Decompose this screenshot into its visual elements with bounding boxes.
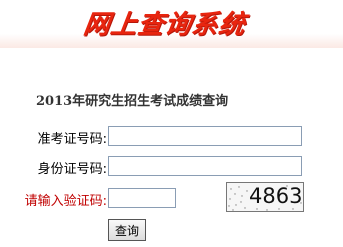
captcha-text: 4863 — [249, 184, 303, 208]
page-title: 2013年研究生招生考试成绩查询 — [36, 94, 229, 109]
exam-id-label: 准考证号码: — [37, 132, 107, 147]
exam-id-input[interactable] — [108, 126, 302, 146]
banner-title: 网上查询系统 — [81, 10, 248, 40]
id-card-label: 身份证号码: — [37, 162, 107, 177]
id-card-input[interactable] — [108, 156, 302, 176]
verify-code-label: 请输入验证码: — [24, 194, 107, 209]
header-banner: 网上查询系统 — [0, 0, 343, 48]
query-button[interactable]: 查询 — [108, 219, 146, 241]
captcha-image[interactable]: 4863 — [226, 182, 304, 212]
verify-code-input[interactable] — [108, 188, 176, 208]
